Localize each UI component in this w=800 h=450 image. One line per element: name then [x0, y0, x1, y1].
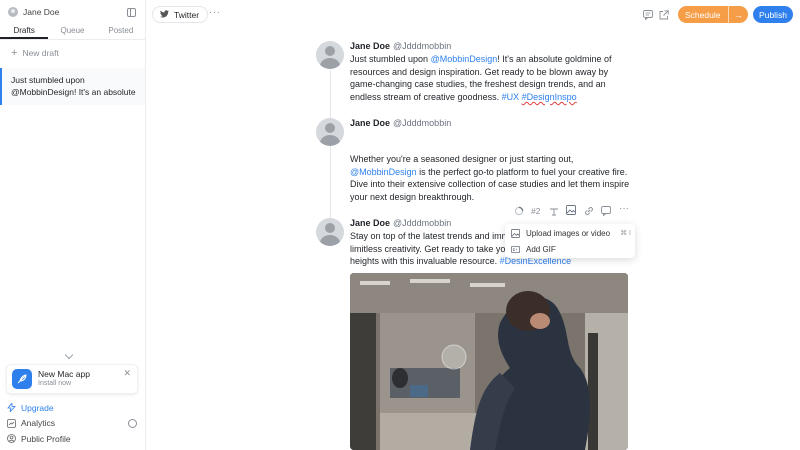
sidebar-item-label: Public Profile [21, 433, 71, 444]
thread-tweet[interactable]: Jane Doe @Jdddmobbin Whether you're a sea… [316, 118, 636, 208]
external-link-icon[interactable] [659, 9, 669, 20]
image-icon[interactable] [566, 205, 576, 215]
sidebar-toggle-icon[interactable] [127, 7, 136, 17]
sidebar-item-label: Analytics [21, 418, 56, 429]
sidebar: Jane Doe Drafts Queue Posted + New draft… [0, 0, 146, 450]
mention-link[interactable]: @MobbinDesign [431, 54, 498, 64]
keyboard-shortcut: ⌘ I [620, 230, 631, 237]
drafts-tabs: Drafts Queue Posted [0, 24, 145, 40]
bolt-icon [7, 403, 16, 413]
user-circle-icon [7, 434, 16, 444]
feather-icon [12, 369, 32, 389]
account-selector-button[interactable]: Twitter [152, 6, 209, 23]
author-name: Jane Doe [350, 218, 391, 228]
comment-icon[interactable] [643, 9, 653, 21]
menu-item-label: Upload images or video [526, 228, 611, 238]
chevron-down-icon[interactable] [64, 350, 74, 360]
tab-drafts[interactable]: Drafts [0, 24, 49, 39]
thread-tweet[interactable]: Jane Doe @Jdddmobbin Just stumbled upon @… [316, 41, 636, 111]
add-gif-menu-item[interactable]: Add GIF [505, 241, 635, 257]
attached-gif-image[interactable] [350, 273, 628, 450]
promo-title: New Mac app [38, 369, 90, 379]
arrow-right-icon[interactable]: → [728, 6, 748, 23]
tweet-text-segment: limitless creativity. Get ready to take … [350, 243, 511, 254]
sidebar-footer-links: Upgrade Analytics Public Profile [0, 400, 146, 447]
link-icon[interactable] [584, 206, 594, 216]
lock-icon [128, 418, 137, 428]
author-handle: @Jdddmobbin [393, 218, 452, 228]
comment-icon[interactable] [601, 206, 611, 216]
tweet-author: Jane Doe @Jdddmobbin [350, 118, 451, 128]
tweet-author: Jane Doe @Jdddmobbin [350, 218, 451, 228]
tweet-text-segment: Whether you're a seasoned designer or ju… [350, 154, 574, 164]
account-label: Twitter [174, 9, 200, 20]
schedule-label: Schedule [685, 9, 721, 20]
top-bar: Twitter ··· Schedule → Publish [146, 0, 800, 28]
chart-icon [7, 418, 16, 428]
more-options-icon[interactable]: ··· [209, 8, 221, 18]
media-menu: Upload images or video ⌘ I Add GIF [505, 224, 635, 258]
sidebar-header: Jane Doe [0, 0, 145, 24]
tweet-text[interactable]: Whether you're a seasoned designer or ju… [350, 153, 630, 204]
image-icon [511, 228, 520, 238]
hashtag-link[interactable]: #DesignInspo [522, 92, 577, 102]
author-name: Jane Doe [350, 41, 391, 51]
sidebar-item-label: Upgrade [21, 402, 54, 413]
upload-media-menu-item[interactable]: Upload images or video ⌘ I [505, 225, 635, 241]
user-name[interactable]: Jane Doe [23, 7, 127, 17]
loading-spinner-icon [514, 206, 524, 216]
tweet-text[interactable]: Just stumbled upon @MobbinDesign! It's a… [350, 53, 630, 104]
hashtag-link[interactable]: #UX [502, 92, 520, 102]
draft-list-item[interactable]: Just stumbled upon @MobbinDesign! It's a… [0, 68, 145, 105]
office-scene-image [350, 273, 628, 450]
mac-app-promo[interactable]: New Mac app Install now ✕ [6, 364, 138, 394]
avatar [316, 41, 344, 69]
draft-preview-text: Just stumbled upon @MobbinDesign! It's a… [11, 75, 136, 97]
author-handle: @Jdddmobbin [393, 118, 452, 128]
author-handle: @Jdddmobbin [393, 41, 452, 51]
new-draft-button[interactable]: + New draft [0, 40, 145, 66]
tweet-author: Jane Doe @Jdddmobbin [350, 41, 451, 51]
sidebar-item-analytics[interactable]: Analytics [0, 416, 146, 432]
gif-icon [511, 245, 520, 254]
tweet-text-segment: Just stumbled upon [350, 54, 431, 64]
thread-number: #2 [531, 206, 541, 216]
publish-button[interactable]: Publish [753, 6, 793, 23]
author-name: Jane Doe [350, 118, 391, 128]
more-options-icon[interactable]: ··· [619, 203, 629, 214]
schedule-button[interactable]: Schedule → [678, 6, 748, 23]
split-icon[interactable] [549, 206, 559, 216]
tab-posted[interactable]: Posted [97, 24, 145, 39]
sidebar-item-public-profile[interactable]: Public Profile [0, 431, 146, 447]
new-draft-label: New draft [22, 48, 59, 58]
close-icon[interactable]: ✕ [123, 368, 131, 379]
avatar [316, 118, 344, 146]
mention-link[interactable]: @MobbinDesign [350, 167, 417, 177]
plus-icon: + [11, 46, 18, 59]
menu-item-label: Add GIF [526, 244, 556, 254]
sidebar-item-upgrade[interactable]: Upgrade [0, 400, 146, 416]
avatar [316, 218, 344, 246]
tab-queue[interactable]: Queue [48, 24, 96, 39]
twitter-bird-icon [160, 9, 169, 20]
tweet-text-segment: Stay on top of the latest trends and imm… [350, 231, 515, 241]
tweet-text-segment: heights with this invaluable resource. [350, 256, 500, 267]
avatar[interactable] [8, 7, 18, 17]
promo-subtitle: Install now [38, 380, 72, 387]
